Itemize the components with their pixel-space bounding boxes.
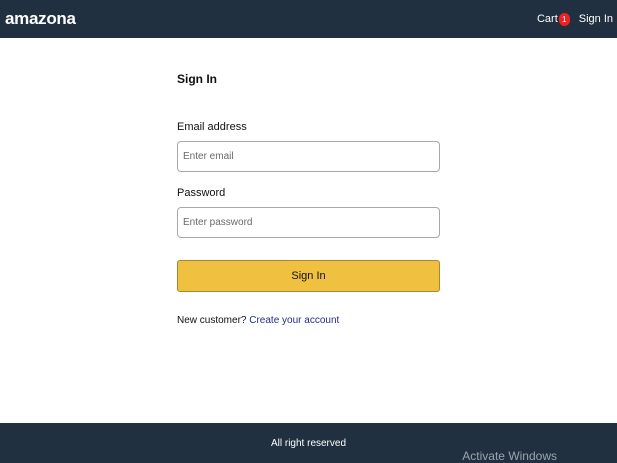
signin-button[interactable]: Sign In [177,260,440,292]
activate-windows-watermark: Activate Windows [462,449,557,463]
footer-text: All right reserved [270,437,347,449]
new-customer-text: New customer? [177,315,247,326]
header-nav: Cart 1 Sign In [536,12,613,26]
create-account-link[interactable]: Create your account [249,315,339,326]
signin-link[interactable]: Sign In [579,13,613,25]
signin-form: Sign In Email address Password Sign In N… [177,62,440,326]
cart-count-badge: 1 [558,12,570,26]
header: amazona Cart 1 Sign In [0,0,617,38]
brand-logo[interactable]: amazona [5,9,76,29]
password-label: Password [177,187,226,199]
new-customer-row: New customer? Create your account [177,315,440,326]
email-label: Email address [177,121,247,133]
page-title: Sign In [177,72,217,86]
password-field[interactable] [177,207,440,238]
email-field[interactable] [177,141,440,172]
cart-link[interactable]: Cart 1 [536,12,570,26]
cart-label: Cart [536,13,558,25]
